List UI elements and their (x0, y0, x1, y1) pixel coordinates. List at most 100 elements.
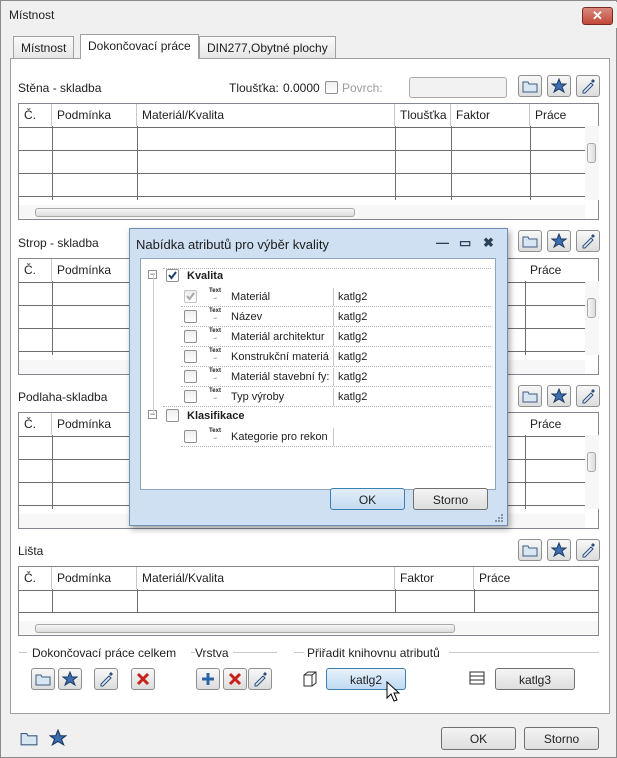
item-value: katlg2 (338, 391, 368, 403)
pick-button[interactable] (576, 230, 600, 252)
column-separator (333, 328, 334, 346)
quality-checkbox[interactable] (166, 269, 179, 282)
classification-checkbox[interactable] (166, 409, 179, 422)
open-folder-button[interactable] (518, 75, 542, 97)
scroll-thumb[interactable] (587, 298, 596, 318)
grid-line (395, 589, 396, 613)
col-number[interactable]: Č. (19, 567, 52, 589)
scroll-thumb[interactable] (35, 624, 455, 633)
open-folder-button[interactable] (518, 539, 542, 561)
material-checkbox[interactable] (184, 290, 197, 303)
horizontal-scrollbar[interactable] (19, 205, 585, 219)
vertical-scrollbar[interactable] (585, 435, 599, 509)
vertical-scrollbar[interactable] (585, 281, 599, 355)
total-folder-button[interactable] (31, 668, 55, 690)
favorites-button[interactable] (547, 539, 571, 561)
scroll-thumb[interactable] (587, 143, 596, 163)
favorites-button[interactable] (547, 230, 571, 252)
col-material[interactable]: Materiál/Kvalita (137, 104, 395, 126)
col-work[interactable]: Práce (474, 567, 598, 589)
category-checkbox[interactable] (184, 430, 197, 443)
attribute-tree[interactable]: − Kvalita Text→ Materiál katlg2 Text→ Ná… (140, 258, 496, 490)
favorites-button[interactable] (547, 75, 571, 97)
col-number[interactable]: Č. (19, 413, 52, 435)
folder-icon (522, 236, 538, 248)
column-separator (333, 288, 334, 306)
open-folder-button[interactable] (518, 230, 542, 252)
library-katlg3-button[interactable]: katlg3 (495, 668, 575, 690)
favorites-button[interactable] (547, 385, 571, 407)
pick-button[interactable] (576, 75, 600, 97)
item-label: Materiál architektur (231, 331, 325, 343)
tree-item-production-type[interactable]: Text → Typ výroby katlg2 (141, 387, 497, 407)
col-work[interactable]: Práce (530, 104, 585, 126)
wall-grid[interactable]: Č. Podmínka Materiál/Kvalita Tloušťka Fa… (18, 103, 599, 220)
pick-button[interactable] (576, 539, 600, 561)
col-thickness[interactable]: Tloušťka (395, 104, 451, 126)
resize-grip-icon[interactable] (494, 513, 504, 523)
tree-item-building-material[interactable]: Text → Materiál stavební fy: katlg2 (141, 367, 497, 387)
item-value: katlg2 (338, 351, 368, 363)
col-number[interactable]: Č. (19, 259, 52, 281)
layer-delete-button[interactable] (223, 668, 247, 690)
layer-pick-button[interactable] (248, 668, 272, 690)
col-material[interactable]: Materiál/Kvalita (137, 567, 395, 589)
dialog-ok-button[interactable]: OK (330, 488, 405, 510)
col-number[interactable]: Č. (19, 104, 52, 126)
tree-item-material[interactable]: Text → Materiál katlg2 (141, 287, 497, 307)
tab-room[interactable]: Místnost (13, 36, 75, 58)
grid-line (52, 589, 53, 613)
open-folder-button[interactable] (518, 385, 542, 407)
grid-line (52, 281, 53, 355)
minimize-icon[interactable]: — (436, 235, 449, 250)
grid-line (137, 126, 138, 200)
tree-item-name[interactable]: Text → Název katlg2 (141, 307, 497, 327)
footer-folder-button[interactable] (17, 727, 41, 749)
total-pick-button[interactable] (94, 668, 118, 690)
text-attribute-icon: Text → (209, 388, 221, 401)
maximize-icon[interactable]: ▭ (459, 235, 471, 251)
building-material-checkbox[interactable] (184, 370, 197, 383)
col-condition[interactable]: Podmínka (52, 567, 137, 589)
total-delete-button[interactable] (131, 668, 155, 690)
col-factor[interactable]: Faktor (451, 104, 530, 126)
tree-group-classification[interactable]: − Klasifikace (141, 407, 497, 427)
skirting-grid[interactable]: Č. Podmínka Materiál/Kvalita Faktor Prác… (18, 566, 599, 636)
surface-checkbox[interactable] (325, 81, 338, 94)
production-type-checkbox[interactable] (184, 390, 197, 403)
pipette-icon (100, 672, 113, 687)
col-condition[interactable]: Podmínka (52, 104, 137, 126)
tree-item-arch-material[interactable]: Text → Materiál architektur katlg2 (141, 327, 497, 347)
col-condition[interactable]: Podmínka (52, 259, 137, 281)
tab-din277[interactable]: DIN277,Obytné plochy (199, 36, 336, 58)
dialog-cancel-button[interactable]: Storno (413, 488, 488, 510)
col-condition[interactable]: Podmínka (52, 413, 137, 435)
close-icon[interactable]: ✕ (582, 7, 613, 25)
tree-group-quality[interactable]: − Kvalita (141, 267, 497, 287)
tab-finishes[interactable]: Dokončovací práce (80, 34, 199, 59)
scroll-thumb[interactable] (587, 452, 596, 472)
tree-item-construction-material[interactable]: Text → Konstrukční materiá katlg2 (141, 347, 497, 367)
surface-select[interactable] (409, 77, 507, 98)
scroll-thumb[interactable] (35, 208, 355, 217)
folder-icon (522, 391, 538, 403)
arch-material-checkbox[interactable] (184, 330, 197, 343)
col-work[interactable]: Práce (525, 413, 585, 435)
ok-button[interactable]: OK (441, 727, 516, 750)
dialog-close-icon[interactable]: ✖ (483, 235, 494, 251)
grid-line (137, 589, 138, 613)
footer-favorites-button[interactable] (46, 727, 70, 749)
vertical-scrollbar[interactable] (585, 126, 599, 200)
name-checkbox[interactable] (184, 310, 197, 323)
col-factor[interactable]: Faktor (395, 567, 474, 589)
cancel-button[interactable]: Storno (524, 727, 599, 750)
construction-material-checkbox[interactable] (184, 350, 197, 363)
folder-icon (522, 81, 538, 93)
tree-item-category[interactable]: Text → Kategorie pro rekon (141, 427, 497, 447)
horizontal-scrollbar[interactable] (19, 621, 598, 635)
pick-button[interactable] (576, 385, 600, 407)
total-favorites-button[interactable] (58, 668, 82, 690)
col-work[interactable]: Práce (525, 259, 585, 281)
layer-add-button[interactable] (196, 668, 220, 690)
checkmark-icon (168, 271, 177, 280)
